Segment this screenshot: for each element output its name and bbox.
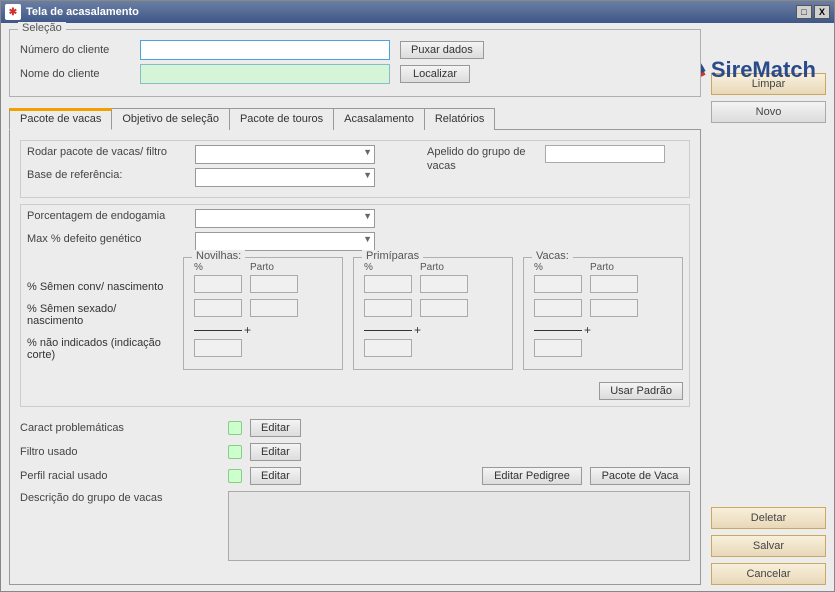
window-controls: □ X	[796, 5, 830, 19]
plus-icon: +	[244, 323, 251, 337]
apelido-label: Apelido do grupo de vacas	[427, 145, 537, 174]
apelido-input[interactable]	[545, 145, 665, 163]
editar-filtro-button[interactable]: Editar	[250, 443, 301, 461]
novilhas-conv-parto[interactable]	[250, 275, 298, 293]
row-sexado-label: % Sêmen sexado/ nascimento	[27, 303, 173, 327]
primi-total[interactable]	[364, 339, 412, 357]
primi-conv-parto[interactable]	[420, 275, 468, 293]
selection-legend: Seleção	[18, 22, 66, 34]
brand-text: SireMatch	[711, 57, 816, 83]
col-parto-3: Parto	[590, 262, 638, 273]
plus-icon-2: +	[414, 323, 421, 337]
rodar-combo[interactable]	[195, 145, 375, 164]
descricao-textarea[interactable]	[228, 491, 690, 561]
primiparas-legend: Primíparas	[362, 250, 423, 262]
endogamia-combo[interactable]	[195, 209, 375, 228]
salvar-button[interactable]: Salvar	[711, 535, 826, 557]
novilhas-conv-pct[interactable]	[194, 275, 242, 293]
filtro-label: Filtro usado	[20, 445, 220, 459]
app-window: ✱ Tela de acasalamento □ X SireMatch Sel…	[0, 0, 835, 592]
editar-perfil-button[interactable]: Editar	[250, 467, 301, 485]
vacas-sex-parto[interactable]	[590, 299, 638, 317]
vacas-total[interactable]	[534, 339, 582, 357]
row-nao-label: % não indicados (indicação corte)	[27, 337, 173, 361]
base-combo[interactable]	[195, 168, 375, 187]
caract-check[interactable]	[228, 421, 242, 435]
tab-bar: Pacote de vacas Objetivo de seleção Paco…	[9, 107, 701, 130]
col-pct-2: %	[364, 262, 412, 273]
defeito-combo[interactable]	[195, 232, 375, 251]
endogamia-label: Porcentagem de endogamia	[27, 209, 187, 223]
filtro-check[interactable]	[228, 445, 242, 459]
puxar-dados-button[interactable]: Puxar dados	[400, 41, 484, 59]
col-pct-3: %	[534, 262, 582, 273]
numero-cliente-label: Número do cliente	[20, 44, 130, 56]
percent-group: Porcentagem de endogamia Max % defeito g…	[20, 204, 690, 407]
primi-sex-pct[interactable]	[364, 299, 412, 317]
localizar-button[interactable]: Localizar	[400, 65, 470, 83]
tab-objetivo[interactable]: Objetivo de seleção	[111, 108, 230, 130]
tab-relatorios[interactable]: Relatórios	[424, 108, 496, 130]
vacas-group: Vacas: %Parto +	[523, 257, 683, 370]
primiparas-group: Primíparas %Parto +	[353, 257, 513, 370]
base-label: Base de referência:	[27, 168, 187, 182]
top-group: Rodar pacote de vacas/ filtro Base de re…	[20, 140, 690, 198]
novo-button[interactable]: Novo	[711, 101, 826, 123]
tab-panel: Rodar pacote de vacas/ filtro Base de re…	[9, 130, 701, 585]
novilhas-total[interactable]	[194, 339, 242, 357]
col-parto: Parto	[250, 262, 298, 273]
col-parto-2: Parto	[420, 262, 468, 273]
deletar-button[interactable]: Deletar	[711, 507, 826, 529]
close-button[interactable]: X	[814, 5, 830, 19]
defeito-label: Max % defeito genético	[27, 232, 187, 246]
primi-sex-parto[interactable]	[420, 299, 468, 317]
lower-rows: Caract problemáticas Editar Filtro usado…	[20, 419, 690, 567]
selection-group: Seleção Número do cliente Puxar dados No…	[9, 29, 701, 97]
perfil-label: Perfil racial usado	[20, 469, 220, 483]
col-pct: %	[194, 262, 242, 273]
minimize-button[interactable]: □	[796, 5, 812, 19]
pacote-vaca-button[interactable]: Pacote de Vaca	[590, 467, 690, 485]
cancelar-button[interactable]: Cancelar	[711, 563, 826, 585]
perfil-check[interactable]	[228, 469, 242, 483]
novilhas-group: Novilhas: %Parto +	[183, 257, 343, 370]
caract-label: Caract problemáticas	[20, 421, 220, 435]
nome-cliente-label: Nome do cliente	[20, 68, 130, 80]
rodar-label: Rodar pacote de vacas/ filtro	[27, 145, 187, 159]
nome-cliente-input[interactable]	[140, 64, 390, 84]
tab-pacote-touros[interactable]: Pacote de touros	[229, 108, 334, 130]
row-conv-label: % Sêmen conv/ nascimento	[27, 281, 173, 293]
novilhas-sex-parto[interactable]	[250, 299, 298, 317]
numero-cliente-input[interactable]	[140, 40, 390, 60]
vacas-conv-parto[interactable]	[590, 275, 638, 293]
editar-pedigree-button[interactable]: Editar Pedigree	[482, 467, 582, 485]
editar-caract-button[interactable]: Editar	[250, 419, 301, 437]
usar-padrao-button[interactable]: Usar Padrão	[599, 382, 683, 400]
vacas-legend: Vacas:	[532, 250, 573, 262]
novilhas-legend: Novilhas:	[192, 250, 245, 262]
content-area: Seleção Número do cliente Puxar dados No…	[1, 23, 834, 591]
main-column: Seleção Número do cliente Puxar dados No…	[9, 29, 701, 585]
novilhas-sex-pct[interactable]	[194, 299, 242, 317]
side-column: Limpar Novo Deletar Salvar Cancelar	[711, 29, 826, 585]
app-icon: ✱	[5, 4, 21, 20]
tab-acasalamento[interactable]: Acasalamento	[333, 108, 425, 130]
window-title: Tela de acasalamento	[26, 6, 139, 18]
plus-icon-3: +	[584, 323, 591, 337]
tab-pacote-vacas[interactable]: Pacote de vacas	[9, 108, 112, 130]
descricao-label: Descrição do grupo de vacas	[20, 491, 220, 505]
titlebar: ✱ Tela de acasalamento □ X	[1, 1, 834, 23]
vacas-sex-pct[interactable]	[534, 299, 582, 317]
vacas-conv-pct[interactable]	[534, 275, 582, 293]
primi-conv-pct[interactable]	[364, 275, 412, 293]
